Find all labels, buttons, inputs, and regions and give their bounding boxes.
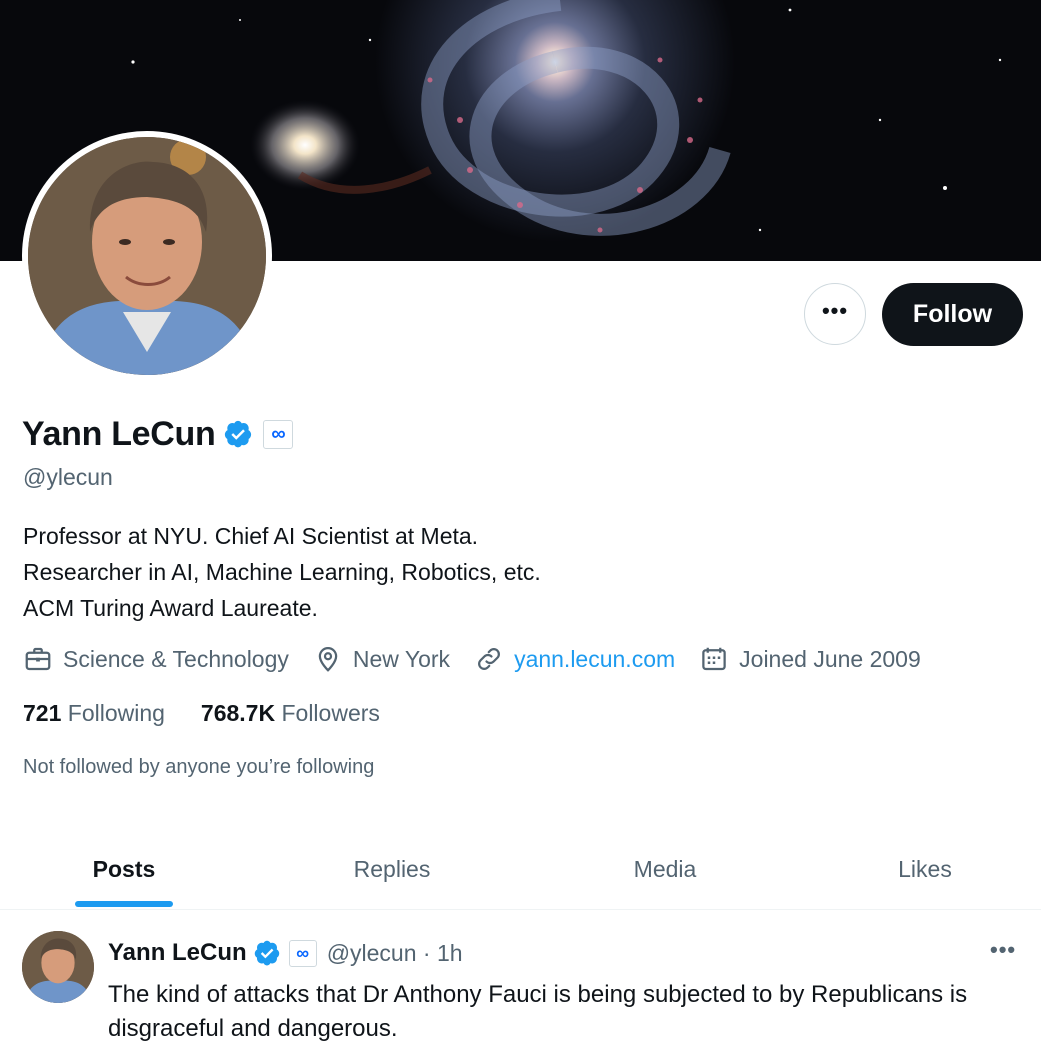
website-link[interactable]: yann.lecun.com: [514, 646, 675, 673]
tweet[interactable]: Yann LeCun ∞ @ylecun · 1h ••• The kind o…: [0, 911, 1041, 1041]
tweet-author-avatar[interactable]: [22, 931, 94, 1003]
briefcase-icon: [25, 647, 51, 671]
avatar-photo: [28, 137, 266, 375]
following-count: 721: [23, 700, 62, 726]
verified-badge-icon[interactable]: [223, 419, 253, 449]
more-dots-icon: •••: [821, 298, 849, 323]
meta-affiliation-badge[interactable]: ∞: [288, 939, 317, 967]
bio-line: ACM Turing Award Laureate.: [23, 595, 318, 621]
tab-posts[interactable]: Posts: [0, 828, 248, 910]
followers-stat[interactable]: 768.7K Followers: [201, 700, 380, 727]
profile-location: New York: [313, 644, 450, 674]
profile-joined: Joined June 2009: [699, 644, 921, 674]
category-text: Science & Technology: [63, 645, 289, 672]
more-options-button[interactable]: •••: [804, 283, 866, 345]
tweet-header: Yann LeCun ∞ @ylecun · 1h: [108, 933, 463, 973]
link-icon: [478, 648, 501, 670]
profile-name: Yann LeCun: [22, 414, 216, 453]
verified-badge-icon: [254, 940, 279, 966]
follow-button[interactable]: Follow: [882, 283, 1023, 346]
profile-avatar[interactable]: [22, 131, 272, 381]
profile-handle: @ylecun: [23, 464, 113, 490]
bio-line: Researcher in AI, Machine Learning, Robo…: [23, 559, 541, 585]
calendar-icon: [702, 647, 726, 671]
not-followed-notice: Not followed by anyone you’re following: [23, 756, 375, 778]
profile-name-row: Yann LeCun ∞: [22, 413, 294, 455]
bio-line: Professor at NYU. Chief AI Scientist at …: [23, 523, 479, 549]
following-label: Following: [67, 700, 165, 726]
tweet-handle-time: @ylecun · 1h: [326, 939, 463, 966]
followers-label: Followers: [281, 700, 380, 726]
profile-website[interactable]: yann.lecun.com: [474, 644, 675, 674]
tab-replies[interactable]: Replies: [268, 828, 516, 910]
location-text: New York: [352, 645, 451, 672]
tweet-author-name[interactable]: Yann LeCun: [108, 939, 247, 967]
meta-affiliation-badge[interactable]: ∞: [263, 419, 294, 449]
profile-info-row: Science & Technology New York yann.lecun…: [23, 642, 945, 676]
tab-likes[interactable]: Likes: [800, 828, 1041, 910]
location-pin-icon: [318, 647, 338, 672]
profile-bio: Professor at NYU. Chief AI Scientist at …: [23, 518, 541, 626]
active-tab-indicator: [75, 901, 173, 907]
joined-text: Joined June 2009: [739, 645, 921, 672]
followers-count: 768.7K: [200, 700, 276, 726]
tweet-more-icon[interactable]: •••: [990, 937, 1016, 963]
tab-media[interactable]: Media: [541, 828, 789, 910]
tweet-text: The kind of attacks that Dr Anthony Fauc…: [108, 981, 968, 1041]
profile-tabs: Posts Replies Media Likes: [0, 828, 1041, 910]
profile-category: Science & Technology: [23, 644, 289, 674]
following-stat[interactable]: 721 Following: [23, 700, 165, 727]
profile-stats: 721 Following 768.7K Followers: [23, 700, 416, 727]
